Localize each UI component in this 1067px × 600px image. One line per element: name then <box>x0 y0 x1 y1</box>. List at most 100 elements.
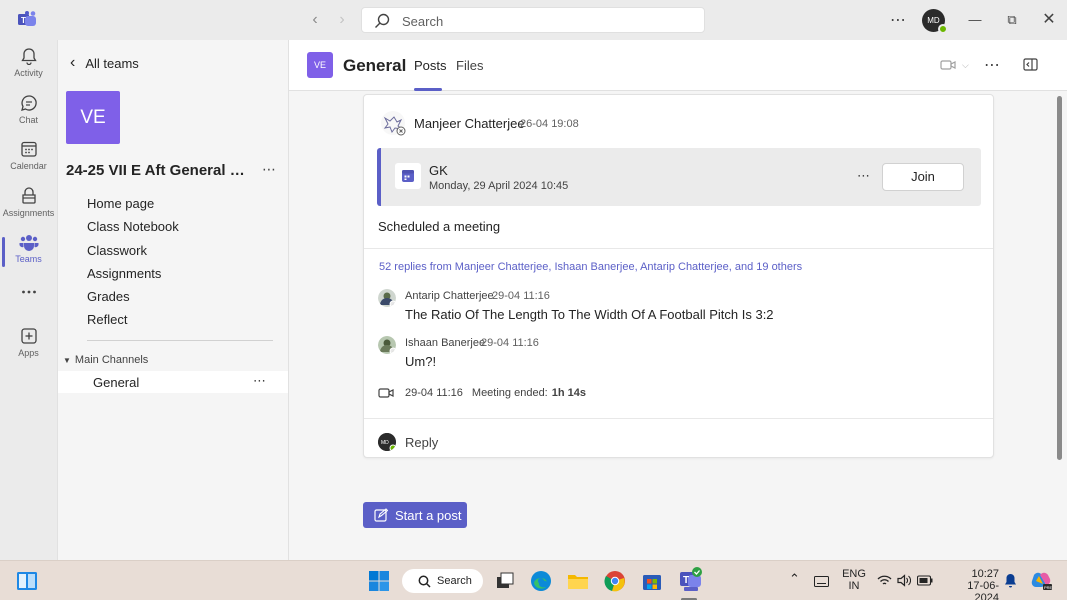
reply-author[interactable]: Antarip Chatterjee <box>405 290 494 302</box>
meeting-card[interactable]: GK Monday, 29 April 2024 10:45 ⋯ Join <box>377 148 981 206</box>
video-camera-icon <box>378 388 394 398</box>
reply-avatar[interactable] <box>378 289 396 307</box>
search-box[interactable] <box>361 7 705 33</box>
channel-title: General <box>343 56 407 75</box>
nav-item-classwork[interactable]: Classwork <box>87 239 179 262</box>
file-explorer-icon[interactable] <box>567 570 589 592</box>
team-avatar[interactable]: VE <box>66 91 120 144</box>
divider <box>364 418 993 419</box>
reply-label: Reply <box>405 435 439 450</box>
nav-item-reflect[interactable]: Reflect <box>87 308 179 331</box>
taskbar-search[interactable]: Search <box>402 569 483 593</box>
tab-posts[interactable]: Posts <box>414 58 447 73</box>
main-pane: VE General Posts Files ⌵ ⋯ Manjeer Chatt… <box>289 40 1067 560</box>
rail-label: Teams <box>15 254 42 264</box>
rail-label: Activity <box>14 68 43 78</box>
tab-files[interactable]: Files <box>456 58 483 73</box>
minimize-icon[interactable]: — <box>967 12 983 28</box>
apps-icon <box>20 328 37 344</box>
search-input[interactable] <box>402 11 692 31</box>
close-icon[interactable]: ✕ <box>1041 12 1057 28</box>
title-bar: T ‹ › ⋯ MD — ⧉ ✕ <box>0 0 1067 40</box>
teams-logo-icon[interactable]: T <box>18 11 38 29</box>
back-arrow-icon[interactable]: ‹ <box>307 12 323 28</box>
reply-text: The Ratio Of The Length To The Width Of … <box>405 307 774 322</box>
team-name[interactable]: 24-25 VII E Aft General Kno... <box>66 162 251 179</box>
widgets-icon[interactable] <box>16 570 38 592</box>
rail-label: Assignments <box>2 208 55 218</box>
battery-icon[interactable] <box>917 575 933 586</box>
author-avatar[interactable] <box>380 110 406 136</box>
edge-browser-icon[interactable] <box>530 570 552 592</box>
join-button[interactable]: Join <box>882 163 964 191</box>
rail-item-apps[interactable]: Apps <box>0 327 57 373</box>
restore-icon[interactable]: ⧉ <box>1004 12 1020 28</box>
meeting-ended-label: Meeting ended: <box>471 387 548 399</box>
svg-text:PRE: PRE <box>1044 585 1052 590</box>
video-call-icon[interactable] <box>940 59 956 71</box>
assignments-icon <box>21 187 36 204</box>
chrome-icon[interactable] <box>604 570 626 592</box>
rail-label: Calendar <box>10 161 47 171</box>
reply-author[interactable]: Ishaan Banerjee <box>405 337 485 349</box>
channel-item-general[interactable]: General ⋯ <box>58 371 288 393</box>
meeting-more-icon[interactable]: ⋯ <box>857 168 870 184</box>
notification-bell-icon[interactable] <box>1004 573 1017 588</box>
store-icon[interactable] <box>641 570 663 592</box>
divider <box>87 340 273 341</box>
nav-item-home-page[interactable]: Home page <box>87 192 179 215</box>
copilot-icon[interactable]: PRE <box>1030 571 1052 591</box>
channel-header: VE General Posts Files ⌵ ⋯ <box>289 40 1067 91</box>
language-indicator[interactable]: ENG IN <box>842 568 866 592</box>
all-teams-label: All teams <box>85 55 139 71</box>
start-post-button[interactable]: Start a post <box>363 502 467 528</box>
reply-avatar[interactable] <box>378 336 396 354</box>
task-view-icon[interactable] <box>494 570 516 592</box>
nav-item-class-notebook[interactable]: Class Notebook <box>87 215 179 238</box>
posts-scroll-area[interactable]: Manjeer Chatterjee 26-04 19:08 GK Monday… <box>289 92 1067 560</box>
reply-timestamp: 29-04 11:16 <box>481 337 539 349</box>
clock[interactable]: 10:27 17-06-2024 <box>943 568 999 600</box>
scrollbar[interactable] <box>1057 96 1062 460</box>
rail-item-assignments[interactable]: Assignments <box>0 187 57 233</box>
chevron-down-icon[interactable]: ⌵ <box>962 60 969 71</box>
all-teams-link[interactable]: ‹ All teams <box>70 54 139 72</box>
app-rail: Activity Chat Calendar Assignments Teams… <box>0 40 57 560</box>
forward-arrow-icon[interactable]: › <box>334 12 350 28</box>
wifi-icon[interactable] <box>877 574 892 587</box>
team-more-icon[interactable]: ⋯ <box>262 161 276 178</box>
teams-taskbar-icon[interactable]: T <box>678 566 704 592</box>
divider <box>364 248 993 249</box>
user-avatar[interactable]: MD <box>922 9 948 34</box>
open-panel-icon[interactable] <box>1023 58 1038 71</box>
rail-item-teams[interactable]: Teams <box>0 233 57 279</box>
reply-item: Ishaan Banerjee 29-04 11:16 Um?! <box>378 336 978 376</box>
keyboard-icon[interactable] <box>814 576 829 587</box>
my-avatar: MD <box>378 433 396 451</box>
rail-item-activity[interactable]: Activity <box>0 47 57 93</box>
svg-text:T: T <box>683 575 689 586</box>
meeting-duration: 1h 14s <box>551 387 586 399</box>
rail-item-chat[interactable]: Chat <box>0 94 57 140</box>
presence-available-icon <box>938 24 948 34</box>
header-more-icon[interactable]: ⋯ <box>984 55 1000 75</box>
meeting-ended-time: 29-04 11:16 <box>405 387 463 399</box>
calendar-icon <box>20 141 37 157</box>
windows-start-icon[interactable] <box>368 570 390 592</box>
clock-date: 17-06-2024 <box>967 580 999 600</box>
channel-more-icon[interactable]: ⋯ <box>253 373 266 389</box>
rail-item-calendar[interactable]: Calendar <box>0 140 57 186</box>
more-apps-icon <box>21 290 36 294</box>
more-options-icon[interactable]: ⋯ <box>890 10 907 30</box>
nav-item-assignments[interactable]: Assignments <box>87 262 179 285</box>
reply-timestamp: 29-04 11:16 <box>492 290 550 302</box>
tray-chevron-up-icon[interactable]: ⌃ <box>789 572 800 585</box>
nav-item-grades[interactable]: Grades <box>87 285 179 308</box>
channels-heading[interactable]: ▼ Main Channels <box>63 354 148 366</box>
language-line-1: ENG <box>842 568 866 580</box>
search-icon <box>375 13 390 28</box>
post-author[interactable]: Manjeer Chatterjee <box>414 116 525 131</box>
volume-icon[interactable] <box>897 574 911 587</box>
replies-summary-link[interactable]: 52 replies from Manjeer Chatterjee, Isha… <box>379 261 802 273</box>
post-card: Manjeer Chatterjee 26-04 19:08 GK Monday… <box>363 94 994 458</box>
